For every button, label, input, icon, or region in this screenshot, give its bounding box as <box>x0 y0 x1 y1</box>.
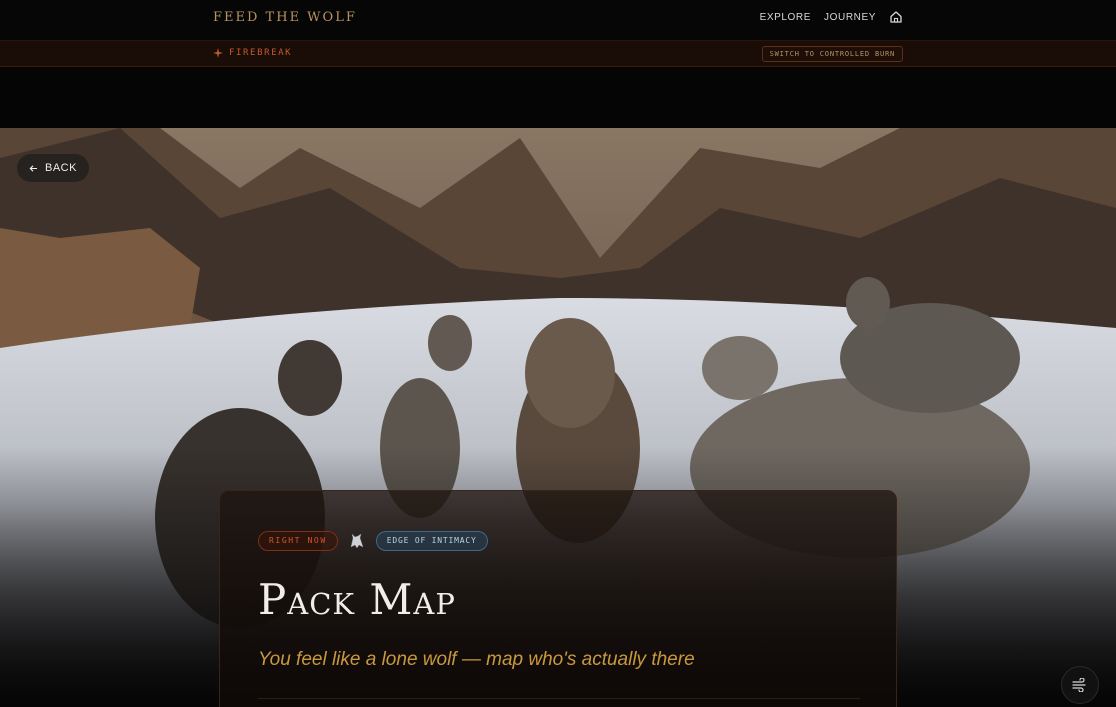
tag-row: RIGHT NOW EDGE OF INTIMACY <box>258 531 488 551</box>
exercise-card: RIGHT NOW EDGE OF INTIMACY Pack Map You … <box>219 490 897 707</box>
page-subtitle: You feel like a lone wolf — map who's ac… <box>258 649 695 670</box>
nav-explore[interactable]: EXPLORE <box>760 12 811 23</box>
top-nav: FEED THE WOLF EXPLORE JOURNEY <box>0 0 1116 40</box>
back-button[interactable]: BACK <box>17 154 89 182</box>
home-icon[interactable] <box>889 10 903 24</box>
page-title: Pack Map <box>258 575 456 624</box>
firebreak-indicator: FIREBREAK <box>213 48 292 58</box>
switch-mode-button[interactable]: SWITCH TO CONTROLLED BURN <box>761 46 903 62</box>
firebreak-label: FIREBREAK <box>229 48 293 58</box>
right-now-badge: RIGHT NOW <box>258 531 338 551</box>
brand-logo[interactable]: FEED THE WOLF <box>213 10 357 25</box>
wind-icon <box>1072 678 1086 692</box>
arrow-left-icon <box>29 164 37 172</box>
divider <box>258 698 860 699</box>
mode-bar: FIREBREAK SWITCH TO CONTROLLED BURN <box>0 40 1116 67</box>
spark-icon <box>213 48 223 58</box>
breath-fab-button[interactable] <box>1061 666 1099 704</box>
back-label: BACK <box>45 162 77 174</box>
nav-journey[interactable]: JOURNEY <box>824 12 876 23</box>
nav-links: EXPLORE JOURNEY <box>760 10 903 24</box>
edge-of-intimacy-badge[interactable]: EDGE OF INTIMACY <box>375 531 488 551</box>
wolf-icon <box>350 533 364 549</box>
